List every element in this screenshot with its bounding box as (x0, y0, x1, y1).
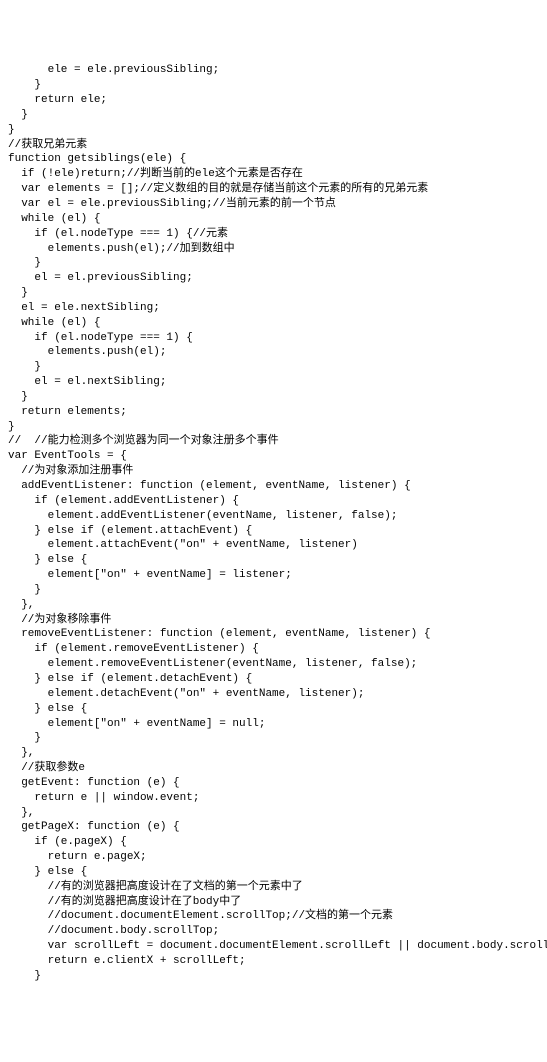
code-line: } (8, 256, 547, 271)
code-line: return elements; (8, 405, 547, 420)
code-line: }, (8, 746, 547, 761)
code-line: } (8, 583, 547, 598)
code-line: element.detachEvent("on" + eventName, li… (8, 687, 547, 702)
code-line: el = el.previousSibling; (8, 271, 547, 286)
code-line: getPageX: function (e) { (8, 820, 547, 835)
code-line: var scrollLeft = document.documentElemen… (8, 939, 547, 954)
code-line: }, (8, 598, 547, 613)
code-line: addEventListener: function (element, eve… (8, 479, 547, 494)
code-line: while (el) { (8, 316, 547, 331)
code-line: } (8, 78, 547, 93)
code-line: } (8, 108, 547, 123)
code-line: } else { (8, 553, 547, 568)
code-line: } (8, 969, 547, 984)
code-line: } (8, 731, 547, 746)
code-line: } else { (8, 865, 547, 880)
code-line: return e.clientX + scrollLeft; (8, 954, 547, 969)
code-line: element.removeEventListener(eventName, l… (8, 657, 547, 672)
code-line: function getsiblings(ele) { (8, 152, 547, 167)
code-line: removeEventListener: function (element, … (8, 627, 547, 642)
code-line: } else if (element.attachEvent) { (8, 524, 547, 539)
code-line: var elements = [];//定义数组的目的就是存储当前这个元素的所有… (8, 182, 547, 197)
code-line: if (el.nodeType === 1) { (8, 331, 547, 346)
code-line: }, (8, 806, 547, 821)
code-line: element["on" + eventName] = listener; (8, 568, 547, 583)
code-line: if (e.pageX) { (8, 835, 547, 850)
code-line: //document.body.scrollTop; (8, 924, 547, 939)
code-line: el = ele.nextSibling; (8, 301, 547, 316)
code-line: } (8, 390, 547, 405)
code-line: if (!ele)return;//判断当前的ele这个元素是否存在 (8, 167, 547, 182)
code-line: var EventTools = { (8, 449, 547, 464)
code-line: element.addEventListener(eventName, list… (8, 509, 547, 524)
code-line: elements.push(el); (8, 345, 547, 360)
code-line: } (8, 123, 547, 138)
code-line: return e || window.event; (8, 791, 547, 806)
code-line: } else { (8, 702, 547, 717)
code-line: //为对象添加注册事件 (8, 464, 547, 479)
code-line: if (element.removeEventListener) { (8, 642, 547, 657)
code-line: } (8, 420, 547, 435)
code-line: //获取兄弟元素 (8, 138, 547, 153)
code-line: //为对象移除事件 (8, 613, 547, 628)
code-line: } (8, 286, 547, 301)
code-line: if (element.addEventListener) { (8, 494, 547, 509)
code-block: ele = ele.previousSibling; } return ele;… (0, 59, 547, 987)
code-line: } (8, 360, 547, 375)
code-line: //有的浏览器把高度设计在了文档的第一个元素中了 (8, 880, 547, 895)
code-line: } else if (element.detachEvent) { (8, 672, 547, 687)
code-line: if (el.nodeType === 1) {//元素 (8, 227, 547, 242)
code-line: getEvent: function (e) { (8, 776, 547, 791)
code-line: //document.documentElement.scrollTop;//文… (8, 909, 547, 924)
code-line: while (el) { (8, 212, 547, 227)
code-line: return ele; (8, 93, 547, 108)
code-line: return e.pageX; (8, 850, 547, 865)
code-line: elements.push(el);//加到数组中 (8, 242, 547, 257)
code-line: ele = ele.previousSibling; (8, 63, 547, 78)
code-line: el = el.nextSibling; (8, 375, 547, 390)
code-line: //获取参数e (8, 761, 547, 776)
code-line: element["on" + eventName] = null; (8, 717, 547, 732)
code-line: element.attachEvent("on" + eventName, li… (8, 538, 547, 553)
code-line: var el = ele.previousSibling;//当前元素的前一个节… (8, 197, 547, 212)
code-line: //有的浏览器把高度设计在了body中了 (8, 895, 547, 910)
code-line: // //能力检测多个浏览器为同一个对象注册多个事件 (8, 434, 547, 449)
